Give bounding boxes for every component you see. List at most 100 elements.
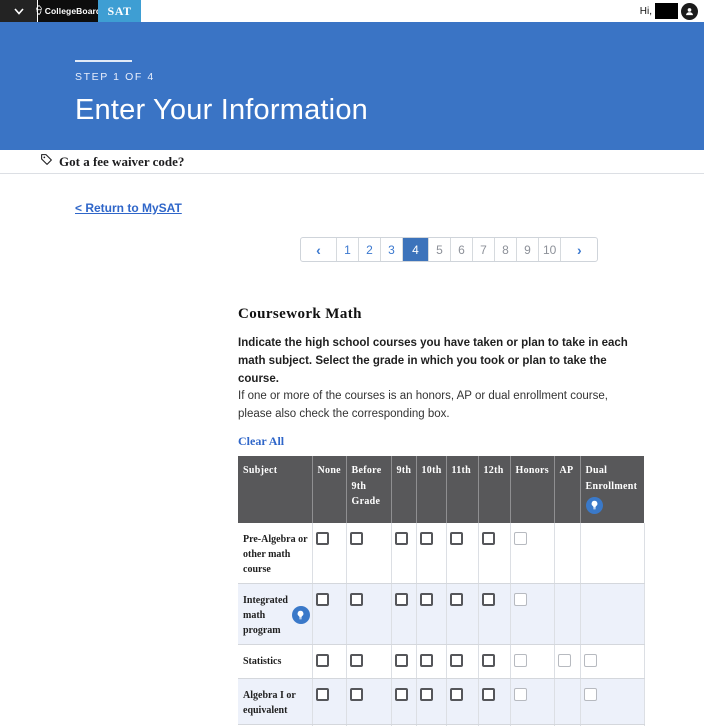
coursework-table: SubjectNoneBefore 9th Grade9th10th11th12… [238,456,645,726]
col-header-ap: AP [554,456,580,523]
cell-integrated-math-dual [580,583,644,644]
subject-statistics: Statistics [238,644,312,678]
checkbox-pre-algebra-g11[interactable] [450,532,463,545]
checkbox-integrated-math-g12[interactable] [482,593,495,606]
cell-integrated-math-ap [554,583,580,644]
table-row-integrated-math: Integrated math program [238,583,644,644]
cell-statistics-g11 [446,644,478,678]
col-header-honors: Honors [510,456,554,523]
cell-integrated-math-g10 [416,583,446,644]
collegeboard-logo-text: CollegeBoard [45,6,101,16]
pagination-page-10[interactable]: 10 [539,238,561,261]
cell-algebra-1-honors [510,678,554,724]
checkbox-pre-algebra-none[interactable] [316,532,329,545]
tag-icon [40,153,53,171]
pagination-page-2[interactable]: 2 [359,238,381,261]
pagination-page-3[interactable]: 3 [381,238,403,261]
checkbox-integrated-math-g9[interactable] [395,593,408,606]
pagination-page-1[interactable]: 1 [337,238,359,261]
cell-pre-algebra-g12 [478,523,510,584]
chevron-down-icon [14,2,24,20]
checkbox-algebra-1-dual[interactable] [584,688,597,701]
pagination-page-8[interactable]: 8 [495,238,517,261]
col-header-g10: 10th [416,456,446,523]
cell-integrated-math-g12 [478,583,510,644]
pagination-prev-chevron-left-icon[interactable]: ‹ [301,238,337,261]
col-header-dual: Dual Enrollment [580,456,644,523]
checkbox-integrated-math-honors[interactable] [514,593,527,606]
section-title: Coursework Math [238,306,644,323]
checkbox-statistics-ap[interactable] [558,654,571,667]
checkbox-algebra-1-honors[interactable] [514,688,527,701]
col-header-subject: Subject [238,456,312,523]
cell-pre-algebra-honors [510,523,554,584]
subject-pre-algebra: Pre-Algebra or other math course [238,523,312,584]
checkbox-statistics-g11[interactable] [450,654,463,667]
cell-statistics-g9 [391,644,416,678]
checkbox-statistics-none[interactable] [316,654,329,667]
dual-enrollment-info-icon[interactable] [586,497,603,514]
return-to-mysat-link[interactable]: < Return to MySAT [75,201,182,215]
checkbox-statistics-g10[interactable] [420,654,433,667]
checkbox-pre-algebra-g9[interactable] [395,532,408,545]
acorn-icon [35,2,43,20]
cell-pre-algebra-before9 [346,523,391,584]
cell-statistics-g12 [478,644,510,678]
cell-pre-algebra-g10 [416,523,446,584]
cell-pre-algebra-g9 [391,523,416,584]
cell-algebra-1-before9 [346,678,391,724]
col-header-g9: 9th [391,456,416,523]
pagination-page-4[interactable]: 4 [403,238,429,261]
checkbox-integrated-math-g11[interactable] [450,593,463,606]
top-bar: CollegeBoard SAT Hi, [0,0,704,22]
nav-dropdown-toggle[interactable] [0,0,37,22]
cell-algebra-1-g9 [391,678,416,724]
pagination-next-chevron-right-icon[interactable]: › [561,238,597,261]
checkbox-pre-algebra-before9[interactable] [350,532,363,545]
checkbox-statistics-dual[interactable] [584,654,597,667]
checkbox-statistics-honors[interactable] [514,654,527,667]
col-header-g11: 11th [446,456,478,523]
sat-logo[interactable]: SAT [98,0,141,22]
instructions: If one or more of the courses is an hono… [238,388,644,424]
checkbox-algebra-1-none[interactable] [316,688,329,701]
table-row-pre-algebra: Pre-Algebra or other math course [238,523,644,584]
checkbox-integrated-math-g10[interactable] [420,593,433,606]
subject-algebra-1: Algebra I or equivalent [238,678,312,724]
checkbox-algebra-1-g9[interactable] [395,688,408,701]
checkbox-algebra-1-g10[interactable] [420,688,433,701]
cell-integrated-math-none [312,583,346,644]
checkbox-pre-algebra-honors[interactable] [514,532,527,545]
checkbox-pre-algebra-g10[interactable] [420,532,433,545]
integrated-math-info-icon[interactable] [292,606,310,624]
fee-waiver-label: Got a fee waiver code? [59,154,184,170]
user-avatar-icon[interactable] [681,3,698,20]
checkbox-algebra-1-g12[interactable] [482,688,495,701]
coursework-math-section: Coursework Math Indicate the high school… [238,306,644,726]
cell-algebra-1-ap [554,678,580,724]
pagination-page-7[interactable]: 7 [473,238,495,261]
checkbox-algebra-1-g11[interactable] [450,688,463,701]
fee-waiver-link[interactable]: Got a fee waiver code? [0,150,704,174]
checkbox-statistics-g12[interactable] [482,654,495,667]
table-row-statistics: Statistics [238,644,644,678]
pagination-page-6[interactable]: 6 [451,238,473,261]
checkbox-algebra-1-before9[interactable] [350,688,363,701]
pagination-page-9[interactable]: 9 [517,238,539,261]
checkbox-integrated-math-before9[interactable] [350,593,363,606]
instructions-bold: Indicate the high school courses you hav… [238,335,644,388]
checkbox-pre-algebra-g12[interactable] [482,532,495,545]
col-header-before9: Before 9th Grade [346,456,391,523]
table-row-algebra-1: Algebra I or equivalent [238,678,644,724]
user-name-redacted [655,3,678,19]
page-title: Enter Your Information [75,94,704,127]
checkbox-statistics-before9[interactable] [350,654,363,667]
checkbox-integrated-math-none[interactable] [316,593,329,606]
col-header-g12: 12th [478,456,510,523]
pagination-page-5[interactable]: 5 [429,238,451,261]
cell-statistics-g10 [416,644,446,678]
checkbox-statistics-g9[interactable] [395,654,408,667]
collegeboard-logo[interactable]: CollegeBoard [38,0,98,22]
topbar-spacer [141,0,640,22]
clear-all-link[interactable]: Clear All [238,434,284,449]
